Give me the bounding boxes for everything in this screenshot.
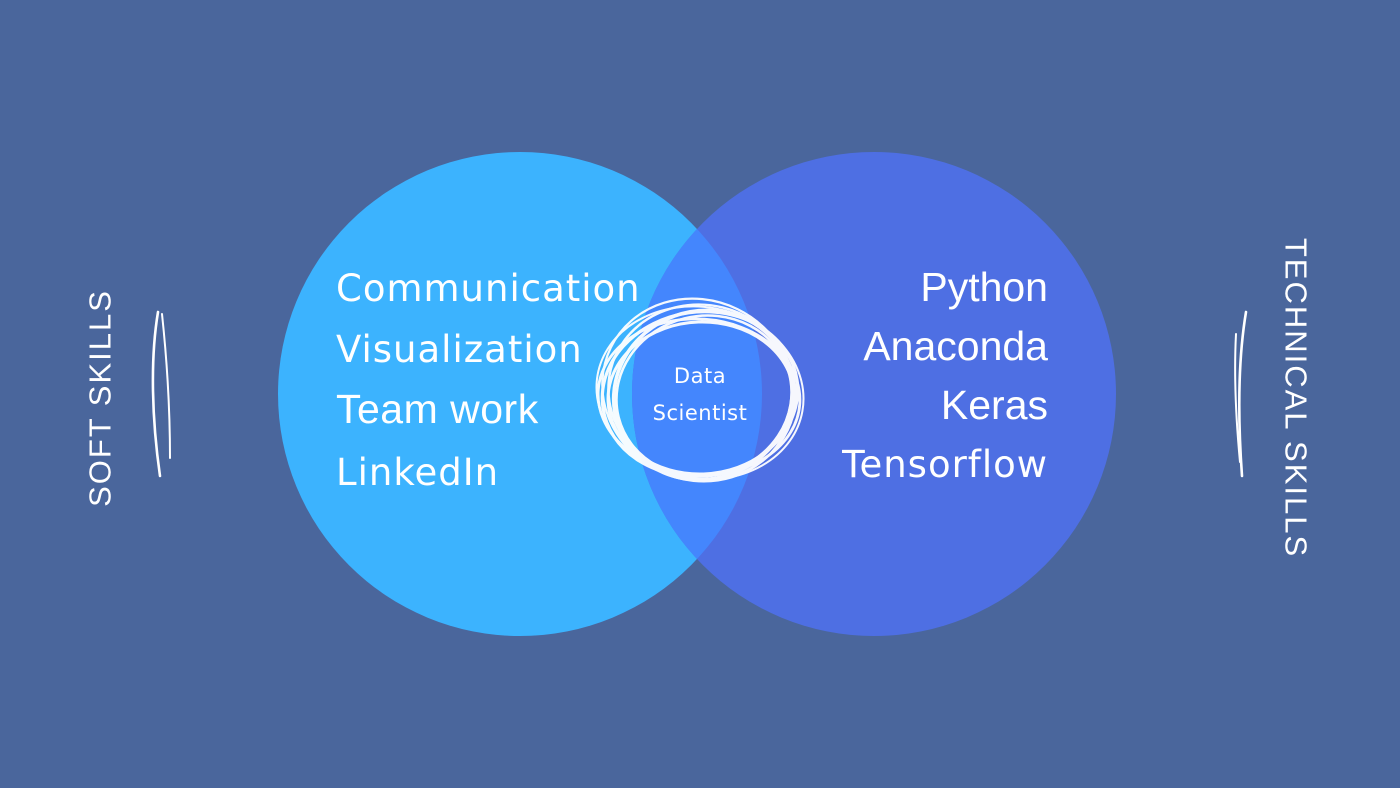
soft-skill-team-work: Team work — [336, 386, 539, 432]
technical-skill-keras: Keras — [940, 382, 1048, 428]
technical-skills-label: TECHNICAL SKILLS — [1278, 237, 1314, 559]
technical-skill-anaconda: Anaconda — [863, 323, 1048, 369]
technical-skill-tensorflow: Tensorflow — [842, 443, 1048, 486]
soft-skill-communication: Communication — [336, 267, 641, 310]
center-label-line2: Scientist — [652, 401, 748, 425]
soft-skills-label: SOFT SKILLS — [82, 289, 118, 507]
technical-skill-python: Python — [920, 264, 1048, 310]
center-label-line1: Data — [673, 364, 727, 388]
soft-skill-visualization: Visualization — [336, 328, 583, 371]
venn-diagram — [0, 0, 1400, 788]
soft-skill-linkedin: LinkedIn — [336, 451, 500, 494]
